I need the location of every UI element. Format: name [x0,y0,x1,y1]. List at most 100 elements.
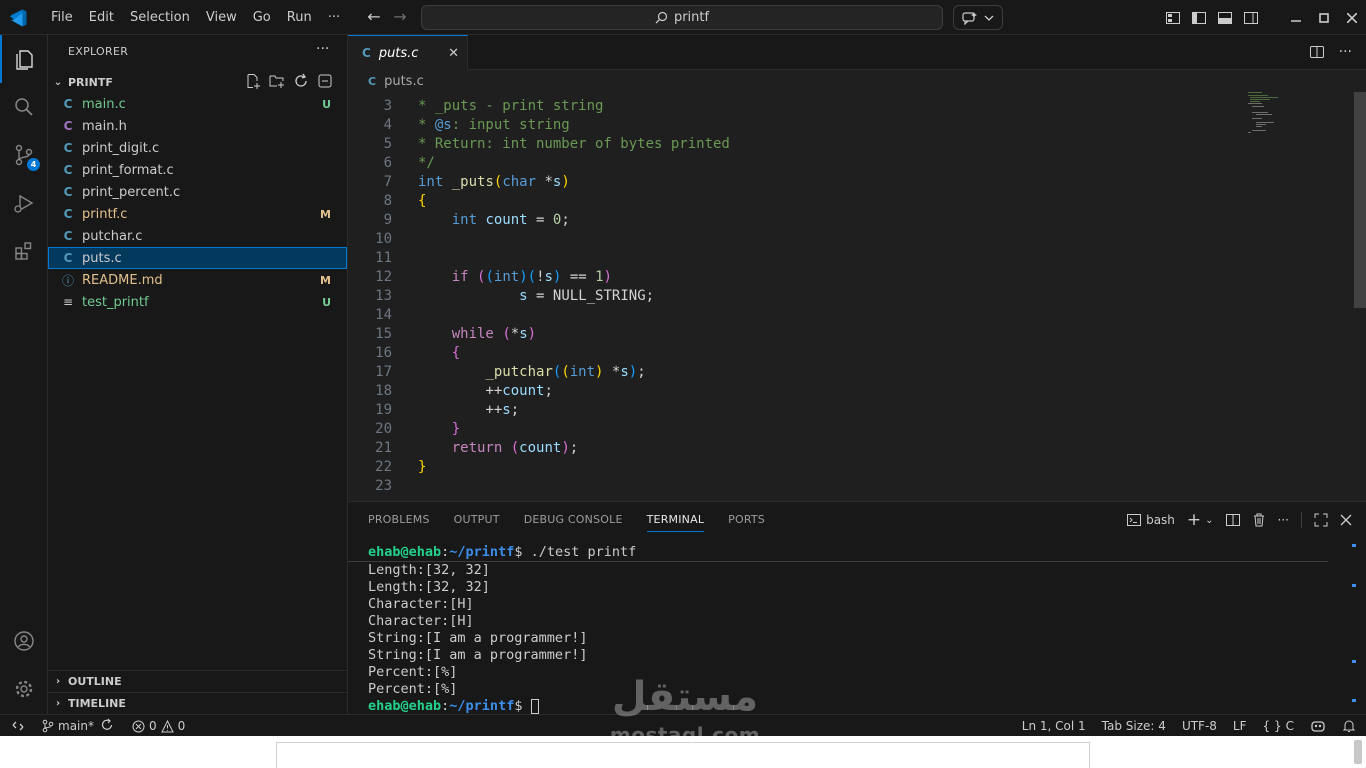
new-terminal-icon[interactable]: + [1187,510,1201,530]
tab-debug-console[interactable]: DEBUG CONSOLE [524,513,623,526]
code-line[interactable]: 21 return (count); [348,439,1348,458]
menu-file[interactable]: File [43,0,81,35]
menu-go[interactable]: Go [245,0,279,35]
minimap[interactable] [1246,92,1296,142]
code-line[interactable]: 22} [348,458,1348,477]
file-main-c[interactable]: C main.c U [48,93,347,115]
more-actions-icon[interactable]: ··· [316,41,329,57]
page-scrollbar[interactable] [1354,740,1362,764]
file-main-h[interactable]: C main.h [48,115,347,137]
code-line[interactable]: 7 int _puts(char *s) [348,173,1348,192]
tab-output[interactable]: OUTPUT [454,513,500,526]
collapse-all-icon[interactable] [317,73,333,89]
accounts-activity[interactable] [0,617,48,665]
copilot-icon[interactable] [1310,719,1326,733]
toggle-primary-sidebar-icon[interactable] [1191,10,1207,26]
new-folder-icon[interactable] [269,73,285,89]
toggle-secondary-sidebar-icon[interactable] [1243,10,1259,26]
code-line[interactable]: 11 [348,249,1348,268]
customize-layout-icon[interactable] [1165,10,1181,26]
scrollbar-thumb[interactable] [1354,92,1366,308]
line-number: 18 [375,383,392,399]
code-line[interactable]: 16 { [348,344,1348,363]
menu-run[interactable]: Run [279,0,320,35]
tab-terminal[interactable]: TERMINAL [646,513,705,532]
chevron-down-icon[interactable]: ⌄ [1205,515,1213,526]
code-line[interactable]: 15 while (*s) [348,325,1348,344]
run-debug-activity[interactable] [0,179,48,227]
tab-ports[interactable]: PORTS [728,513,765,526]
code-line[interactable]: 12 if ((int)(!s) == 1) [348,268,1348,287]
cursor-position[interactable]: Ln 1, Col 1 [1022,719,1086,733]
manage-activity[interactable] [0,665,48,713]
explorer-activity[interactable] [0,35,48,83]
close-panel-icon[interactable] [1340,514,1352,526]
more-actions-icon[interactable]: ··· [1339,44,1352,60]
menu-more[interactable]: ··· [320,0,348,35]
tab-puts-c[interactable]: C puts.c ✕ [348,35,468,70]
terminal-output[interactable]: ehab@ehab:~/printf$ ./test printf Length… [348,544,1348,715]
split-editor-icon[interactable] [1309,44,1325,60]
breadcrumb-file[interactable]: puts.c [384,74,424,89]
back-arrow-icon[interactable]: ← [366,9,382,25]
menu-edit[interactable]: Edit [81,0,122,35]
code-line[interactable]: 6 */ [348,154,1348,173]
code-line[interactable]: 4 * @s: input string [348,116,1348,135]
file-test-printf[interactable]: ≡ test_printf U [48,291,347,313]
file-puts-c[interactable]: C puts.c [48,247,347,269]
source-control-activity[interactable]: 4 [0,131,48,179]
remote-indicator[interactable] [0,715,36,737]
terminal-profile[interactable]: bash [1127,513,1175,527]
code-line[interactable]: 18 ++count; [348,382,1348,401]
forward-arrow-icon[interactable]: → [392,9,408,25]
maximize-panel-icon[interactable] [1314,513,1328,527]
sync-icon[interactable] [100,718,114,735]
tab-problems[interactable]: PROBLEMS [368,513,430,526]
refresh-icon[interactable] [293,73,309,89]
branch-status[interactable]: main* [42,719,94,733]
search-activity[interactable] [0,83,48,131]
end-of-line[interactable]: LF [1233,719,1247,733]
trash-icon[interactable] [1252,513,1266,527]
maximize-icon[interactable] [1310,0,1338,35]
file-name: README.md [82,272,163,288]
timeline-section[interactable]: › TIMELINE [48,692,347,714]
code-line[interactable]: 3 * _puts - print string [348,97,1348,116]
file-print-percent-c[interactable]: C print_percent.c [48,181,347,203]
notifications-bell-icon[interactable] [1342,719,1356,733]
copilot-button[interactable] [953,5,1003,30]
tab-size[interactable]: Tab Size: 4 [1102,719,1166,733]
problems-status[interactable]: 0 0 [132,719,185,733]
code-line[interactable]: 9 int count = 0; [348,211,1348,230]
minimize-icon[interactable] [1282,0,1310,35]
command-center-search[interactable]: printf [421,5,943,30]
close-icon[interactable]: ✕ [448,46,459,61]
language-mode[interactable]: { } C [1263,719,1294,733]
extensions-activity[interactable] [0,227,48,275]
code-line[interactable]: 8{ [348,192,1348,211]
more-actions-icon[interactable]: ··· [1278,513,1289,527]
outline-section[interactable]: › OUTLINE [48,670,347,692]
file-print-digit-c[interactable]: C print_digit.c [48,137,347,159]
split-terminal-icon[interactable] [1225,513,1240,527]
code-line[interactable]: 19 ++s; [348,401,1348,420]
code-line[interactable]: 23 [348,477,1348,496]
code-line[interactable]: 5 * Return: int number of bytes printed [348,135,1348,154]
file-printf-c[interactable]: C printf.c M [48,203,347,225]
code-line[interactable]: 17 _putchar((int) *s); [348,363,1348,382]
new-file-icon[interactable] [245,73,261,89]
editor-scrollbar[interactable] [1352,92,1366,501]
file-print-format-c[interactable]: C print_format.c [48,159,347,181]
menu-view[interactable]: View [198,0,245,35]
code-line[interactable]: 20 } [348,420,1348,439]
code-line[interactable]: 10 [348,230,1348,249]
close-window-icon[interactable] [1338,0,1366,35]
encoding[interactable]: UTF-8 [1182,719,1217,733]
code-line[interactable]: 14 [348,306,1348,325]
code-line[interactable]: 13 s = NULL_STRING; [348,287,1348,306]
code-editor[interactable]: 3 * _puts - print string 4 * @s: input stri… [348,97,1348,496]
menu-selection[interactable]: Selection [122,0,198,35]
toggle-panel-icon[interactable] [1217,10,1233,26]
file-putchar-c[interactable]: C putchar.c [48,225,347,247]
file-readme-md[interactable]: ⓘ README.md M [48,269,347,291]
